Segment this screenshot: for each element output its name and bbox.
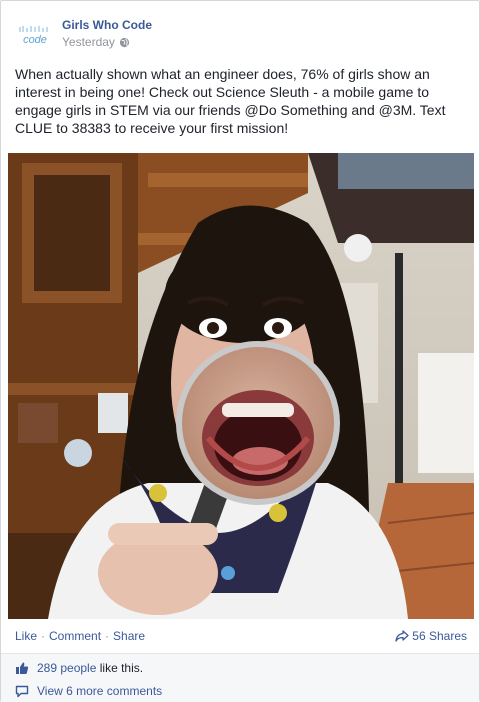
like-link[interactable]: Like: [15, 629, 37, 643]
post-actions: Like · Comment · Share 56 Shares: [15, 629, 467, 647]
post-meta: Yesterday: [62, 35, 130, 49]
feedback-section: 289 people like this. View 6 more commen…: [1, 653, 479, 702]
separator: ·: [41, 629, 46, 643]
separator: ·: [105, 629, 110, 643]
girls-who-code-logo: code: [19, 26, 48, 46]
page-name-link[interactable]: Girls Who Code: [62, 18, 152, 32]
photo-girl-magnifier: [8, 153, 474, 619]
likes-count-link[interactable]: 289 people: [37, 661, 96, 675]
post-timestamp[interactable]: Yesterday: [62, 35, 115, 49]
share-link[interactable]: Share: [113, 629, 145, 643]
view-more-comments-link[interactable]: View 6 more comments: [15, 684, 162, 698]
thumbs-up-icon: [16, 662, 29, 674]
shares-count: 56 Shares: [412, 629, 467, 643]
logo-text: code: [23, 34, 47, 46]
page-avatar[interactable]: code: [15, 15, 55, 55]
comment-link[interactable]: Comment: [49, 629, 101, 643]
action-links: Like · Comment · Share: [15, 629, 145, 643]
likes-suffix: like this.: [99, 661, 144, 675]
view-more-comments-label: View 6 more comments: [37, 684, 163, 698]
comment-bubble-icon: [15, 685, 29, 697]
post-message: When actually shown what an engineer doe…: [15, 66, 446, 136]
likes-summary: 289 people like this.: [15, 661, 143, 675]
post-card: code Girls Who Code Yesterday When actua…: [0, 0, 480, 702]
post-photo[interactable]: [8, 153, 474, 619]
shares-count-link[interactable]: 56 Shares: [395, 629, 467, 643]
share-arrow-icon: [395, 630, 409, 642]
globe-icon[interactable]: [119, 37, 130, 48]
